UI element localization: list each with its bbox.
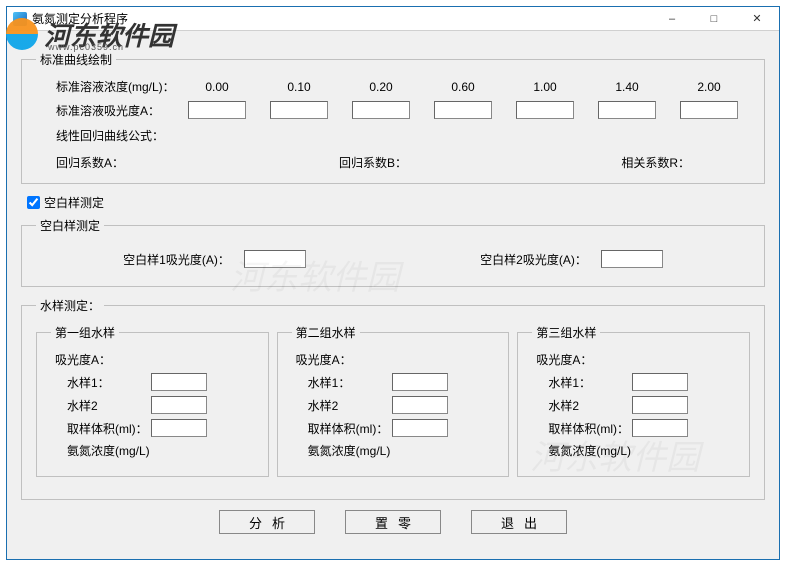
group3-conc-label: 氨氮浓度(mg/L) — [532, 442, 631, 459]
close-button[interactable]: ✕ — [735, 8, 779, 30]
std-conc-value: 0.00 — [176, 80, 258, 94]
group3-s1-label: 水样1： — [532, 374, 632, 391]
std-conc-value: 1.40 — [586, 80, 668, 94]
std-conc-value: 2.00 — [668, 80, 750, 94]
group2-s2-label: 水样2 — [292, 397, 392, 414]
group2-conc-label: 氨氮浓度(mg/L) — [292, 442, 391, 459]
standard-curve-legend: 标准曲线绘制 — [36, 51, 116, 68]
std-abs-input-6[interactable] — [680, 101, 738, 119]
maximize-button[interactable]: □ — [693, 8, 735, 30]
std-conc-value: 0.60 — [422, 80, 504, 94]
sample-group-1-legend: 第一组水样 — [51, 324, 119, 341]
app-icon — [13, 12, 27, 26]
titlebar[interactable]: 氨氮测定分析程序 – □ ✕ — [7, 7, 779, 31]
std-abs-input-3[interactable] — [434, 101, 492, 119]
reset-button[interactable]: 置零 — [345, 510, 441, 534]
group2-s2-input[interactable] — [392, 396, 448, 414]
group3-s2-label: 水样2 — [532, 397, 632, 414]
minimize-button[interactable]: – — [651, 8, 693, 30]
group1-conc-label: 氨氮浓度(mg/L) — [51, 442, 150, 459]
blank2-input[interactable] — [601, 250, 663, 268]
group3-vol-input[interactable] — [632, 419, 688, 437]
std-abs-input-1[interactable] — [270, 101, 328, 119]
coef-b-label: 回归系数B： — [267, 154, 478, 171]
group2-vol-label: 取样体积(ml)： — [292, 420, 392, 437]
blank-measure-legend: 空白样测定 — [36, 217, 104, 234]
blank2-label: 空白样2吸光度(A)： — [480, 251, 587, 268]
group1-vol-input[interactable] — [151, 419, 207, 437]
std-conc-value: 1.00 — [504, 80, 586, 94]
std-conc-value: 0.20 — [340, 80, 422, 94]
analyze-button[interactable]: 分析 — [219, 510, 315, 534]
group3-abs-label: 吸光度A： — [532, 351, 735, 368]
group2-abs-label: 吸光度A： — [292, 351, 495, 368]
regression-formula-label: 线性回归曲线公式： — [56, 129, 164, 143]
sample-group-2: 第二组水样 吸光度A： 水样1： 水样2 取样体积(ml)： 氨氮浓度(mg/L… — [277, 324, 510, 477]
std-conc-label: 标准溶液浓度(mg/L)： — [36, 78, 176, 95]
group3-vol-label: 取样体积(ml)： — [532, 420, 632, 437]
group3-s1-input[interactable] — [632, 373, 688, 391]
group2-s1-input[interactable] — [392, 373, 448, 391]
blank-measure-group: 空白样测定 空白样1吸光度(A)： 空白样2吸光度(A)： — [21, 217, 765, 287]
water-samples-group: 水样测定： 第一组水样 吸光度A： 水样1： 水样2 取样体积(ml)： 氨氮浓… — [21, 297, 765, 500]
group2-s1-label: 水样1： — [292, 374, 392, 391]
group1-s1-label: 水样1： — [51, 374, 151, 391]
blank-measure-checkbox[interactable] — [27, 196, 40, 209]
std-conc-value: 0.10 — [258, 80, 340, 94]
group1-s2-label: 水样2 — [51, 397, 151, 414]
water-samples-legend: 水样测定： — [36, 297, 104, 314]
blank1-input[interactable] — [244, 250, 306, 268]
group3-s2-input[interactable] — [632, 396, 688, 414]
group2-vol-input[interactable] — [392, 419, 448, 437]
standard-curve-group: 标准曲线绘制 标准溶液浓度(mg/L)： 0.00 0.10 0.20 0.60… — [21, 51, 765, 184]
std-abs-label: 标准溶液吸光度A： — [36, 102, 176, 119]
std-abs-input-4[interactable] — [516, 101, 574, 119]
group1-vol-label: 取样体积(ml)： — [51, 420, 151, 437]
std-abs-input-2[interactable] — [352, 101, 410, 119]
app-window: 氨氮测定分析程序 – □ ✕ 标准曲线绘制 标准溶液浓度(mg/L)： 0.00… — [6, 6, 780, 560]
sample-group-3-legend: 第三组水样 — [532, 324, 600, 341]
blank-measure-checkbox-label: 空白样测定 — [44, 194, 104, 211]
group1-s1-input[interactable] — [151, 373, 207, 391]
exit-button[interactable]: 退出 — [471, 510, 567, 534]
coef-a-label: 回归系数A： — [56, 154, 267, 171]
group1-abs-label: 吸光度A： — [51, 351, 254, 368]
sample-group-1: 第一组水样 吸光度A： 水样1： 水样2 取样体积(ml)： 氨氮浓度(mg/L… — [36, 324, 269, 477]
blank1-label: 空白样1吸光度(A)： — [123, 251, 230, 268]
window-title: 氨氮测定分析程序 — [32, 10, 128, 27]
sample-group-2-legend: 第二组水样 — [292, 324, 360, 341]
std-abs-input-0[interactable] — [188, 101, 246, 119]
sample-group-3: 第三组水样 吸光度A： 水样1： 水样2 取样体积(ml)： 氨氮浓度(mg/L… — [517, 324, 750, 477]
group1-s2-input[interactable] — [151, 396, 207, 414]
std-abs-input-5[interactable] — [598, 101, 656, 119]
coef-r-label: 相关系数R： — [479, 154, 750, 171]
